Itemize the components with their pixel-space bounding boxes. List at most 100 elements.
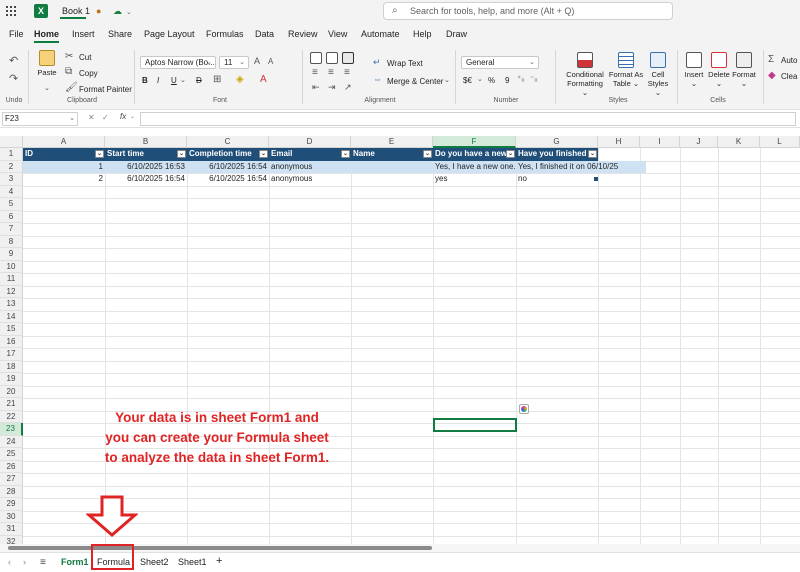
row-header-31[interactable]: 31 (0, 523, 23, 536)
undo-icon[interactable]: ↶ (9, 54, 18, 67)
function-icon[interactable]: fx (120, 112, 126, 121)
column-header-c[interactable]: C (187, 136, 269, 148)
borders-icon[interactable]: ⊞ (213, 74, 221, 85)
fill-color-icon[interactable]: ◈ (236, 74, 244, 85)
workbook-title[interactable]: Book 1 (62, 6, 90, 16)
row-header-9[interactable]: 9 (0, 248, 23, 261)
row-header-8[interactable]: 8 (0, 235, 23, 248)
increase-indent-icon[interactable]: ⇥ (328, 82, 336, 93)
conditional-formatting-button[interactable]: Conditional Formatting ⌄ (563, 52, 607, 97)
clear-button[interactable]: Clea (781, 72, 797, 81)
menu-share[interactable]: Share (108, 29, 132, 39)
add-sheet-button[interactable]: + (216, 555, 222, 567)
row-header-1[interactable]: 1 (0, 148, 23, 161)
table-cell[interactable]: Yes, I finished it on 06/10/25 (516, 160, 646, 173)
table-cell[interactable]: anonymous (269, 173, 351, 186)
app-launcher-icon[interactable] (6, 6, 16, 16)
filter-dropdown-icon[interactable]: ⌄ (341, 150, 350, 158)
row-header-32[interactable]: 32 (0, 535, 23, 544)
row-header-23[interactable]: 23 (0, 423, 23, 436)
menu-view[interactable]: View (328, 29, 347, 39)
filter-dropdown-icon[interactable]: ⌄ (588, 150, 597, 158)
table-cell[interactable]: Yes, I have a new one. (433, 160, 516, 173)
menu-file[interactable]: File (9, 29, 24, 39)
number-format-select[interactable]: General ⌄ (461, 56, 539, 69)
delete-cells-button[interactable]: Delete ⌄ (707, 52, 731, 88)
table-cell[interactable]: 6/10/2025 16:54 (187, 160, 269, 173)
menu-page-layout[interactable]: Page Layout (144, 29, 195, 39)
menu-data[interactable]: Data (255, 29, 274, 39)
align-center-icon[interactable]: ≡ (328, 67, 334, 78)
paste-button[interactable]: Paste (33, 50, 61, 77)
column-header-e[interactable]: E (351, 136, 433, 148)
row-header-2[interactable]: 2 (0, 160, 23, 173)
row-header-22[interactable]: 22 (0, 410, 23, 423)
row-header-27[interactable]: 27 (0, 473, 23, 486)
row-header-12[interactable]: 12 (0, 285, 23, 298)
cut-button[interactable]: Cut (79, 53, 91, 62)
previous-sheet-icon[interactable]: ‹ (8, 557, 11, 567)
insert-cells-button[interactable]: Insert ⌄ (682, 52, 706, 88)
sheet-tab-form1[interactable]: Form1 (61, 557, 89, 567)
table-cell[interactable]: yes (433, 173, 516, 186)
row-header-4[interactable]: 4 (0, 185, 23, 198)
redo-icon[interactable]: ↷ (9, 72, 18, 85)
select-all-corner[interactable] (0, 136, 23, 148)
enter-icon[interactable]: ✓ (102, 113, 109, 122)
currency-button[interactable]: $€ (463, 76, 472, 85)
table-cell[interactable]: 6/10/2025 16:54 (105, 173, 187, 186)
percent-button[interactable]: % (488, 76, 495, 85)
chevron-down-icon[interactable]: ⌄ (126, 8, 132, 16)
autosum-button[interactable]: Auto (781, 56, 797, 65)
table-cell[interactable]: anonymous (269, 160, 351, 173)
copy-button[interactable]: Copy (79, 69, 98, 78)
sync-status-icon[interactable]: ☁ (113, 6, 122, 17)
row-header-14[interactable]: 14 (0, 310, 23, 323)
increase-decimal-icon[interactable]: ⁺₀ (517, 74, 525, 83)
sheet-tab-sheet2[interactable]: Sheet2 (140, 557, 169, 567)
font-size-select[interactable]: 11 ⌄ (219, 56, 249, 69)
chevron-down-icon[interactable]: ⌄ (477, 75, 483, 83)
wrap-text-button[interactable]: Wrap Text (387, 59, 423, 68)
underline-button[interactable]: U (171, 76, 177, 85)
column-header-d[interactable]: D (269, 136, 351, 148)
decrease-font-icon[interactable]: A (268, 57, 273, 66)
table-header-cell[interactable]: Do you have a new ⌄ (433, 148, 516, 161)
row-header-7[interactable]: 7 (0, 223, 23, 236)
row-header-29[interactable]: 29 (0, 498, 23, 511)
table-resize-handle[interactable] (594, 177, 598, 181)
table-header-cell[interactable]: Name ⌄ (351, 148, 433, 161)
align-top-icon[interactable] (310, 52, 322, 64)
table-cell[interactable] (351, 160, 433, 173)
menu-automate[interactable]: Automate (361, 29, 400, 39)
column-header-g[interactable]: G (516, 136, 598, 148)
format-as-table-button[interactable]: Format As Table ⌄ (608, 52, 644, 88)
row-header-15[interactable]: 15 (0, 323, 23, 336)
active-cell-f23[interactable] (433, 418, 517, 432)
formula-input[interactable] (140, 112, 796, 126)
table-header-cell[interactable]: Start time ⌄ (105, 148, 187, 161)
italic-button[interactable]: I (157, 76, 159, 85)
merge-center-button[interactable]: Merge & Center (387, 77, 443, 86)
chevron-down-icon[interactable]: ⌄ (180, 76, 186, 84)
decrease-indent-icon[interactable]: ⇤ (312, 82, 320, 93)
row-header-28[interactable]: 28 (0, 485, 23, 498)
filter-dropdown-icon[interactable]: ⌄ (423, 150, 432, 158)
cell-styles-button[interactable]: Cell Styles ⌄ (644, 52, 672, 97)
table-header-cell[interactable]: Have you finished y ⌄ (516, 148, 598, 161)
table-cell[interactable]: 6/10/2025 16:54 (187, 173, 269, 186)
orientation-icon[interactable]: ↗ (344, 82, 352, 93)
scrollbar-thumb[interactable] (8, 546, 432, 550)
row-header-6[interactable]: 6 (0, 210, 23, 223)
align-left-icon[interactable]: ≡ (312, 67, 318, 78)
sheet-tab-sheet1[interactable]: Sheet1 (178, 557, 207, 567)
align-bottom-icon[interactable] (342, 52, 354, 64)
search-box[interactable]: ⌕ Search for tools, help, and more (Alt … (383, 2, 673, 20)
strikethrough-button[interactable]: D (196, 76, 202, 85)
chevron-down-icon[interactable]: ⌄ (130, 113, 135, 120)
column-header-l[interactable]: L (760, 136, 800, 148)
align-right-icon[interactable]: ≡ (344, 67, 350, 78)
column-header-i[interactable]: I (640, 136, 680, 148)
column-header-h[interactable]: H (598, 136, 640, 148)
column-header-k[interactable]: K (718, 136, 760, 148)
